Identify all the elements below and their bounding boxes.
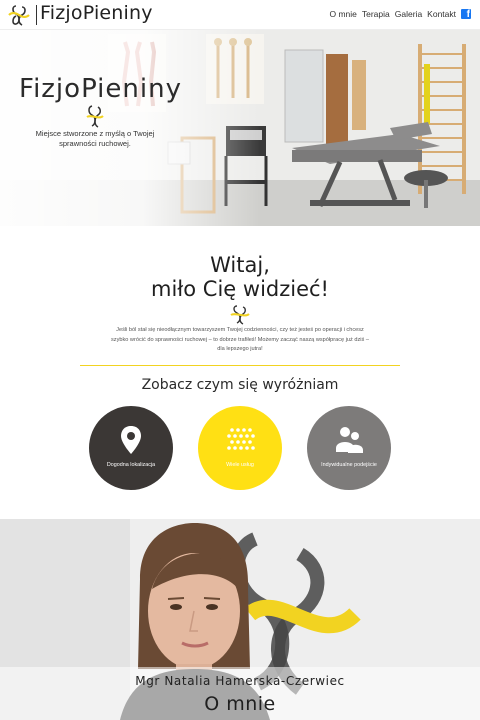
location-pin-icon xyxy=(121,426,141,454)
logo-icon[interactable] xyxy=(7,4,31,27)
top-navigation: FizjoPieniny O mnie Terapia Galeria Kont… xyxy=(0,0,480,30)
feature-individual-label: Indywidualne podejście xyxy=(321,462,377,468)
welcome-title-line2: miło Cię widzieć! xyxy=(151,277,329,301)
about-section-title: O mnie xyxy=(204,693,276,715)
feature-location-label: Dogodna lokalizacja xyxy=(106,462,156,468)
menu-item-terapia[interactable]: Terapia xyxy=(362,9,390,19)
feature-individual-approach[interactable]: Indywidualne podejście xyxy=(307,406,391,490)
people-icon xyxy=(336,427,363,453)
welcome-paragraph: Jeśli ból stał się nieodłącznym towarzys… xyxy=(110,327,370,352)
features-title: Zobacz czym się wyróżniam xyxy=(141,377,339,393)
main-menu: O mnie Terapia Galeria Kontakt f xyxy=(324,9,471,20)
therapist-name: Mgr Natalia Hamerska-Czerwiec xyxy=(135,674,345,688)
welcome-title-line1: Witaj, xyxy=(210,253,270,277)
brand-logo-icon xyxy=(86,105,104,128)
feature-location[interactable]: Dogodna lokalizacja xyxy=(89,406,173,490)
logo-separator xyxy=(36,5,37,25)
welcome-title: Witaj, miło Cię widzieć! xyxy=(0,253,480,301)
hero-tagline: Miejsce stworzone z myślą o Twojej spraw… xyxy=(35,129,155,148)
menu-item-kontakt[interactable]: Kontakt xyxy=(427,9,456,19)
facebook-icon[interactable]: f xyxy=(461,9,471,20)
menu-item-galeria[interactable]: Galeria xyxy=(395,9,422,19)
hero-banner: FizjoPieniny Miejsce stworzone z myślą o… xyxy=(0,30,480,226)
menu-item-o-mnie[interactable]: O mnie xyxy=(329,9,356,19)
about-section: Mgr Natalia Hamerska-Czerwiec O mnie xyxy=(0,519,480,720)
feature-services-label: Wiele usług xyxy=(226,462,254,468)
therapist-portrait-photo xyxy=(0,519,480,720)
logo-text[interactable]: FizjoPieniny xyxy=(40,2,153,24)
feature-services[interactable]: Wiele usług xyxy=(198,406,282,490)
section-divider xyxy=(80,365,400,366)
hero-fade-overlay xyxy=(0,30,260,226)
dots-grid-icon xyxy=(227,428,255,450)
hero-brand-title: FizjoPieniny xyxy=(19,74,182,104)
decorative-logo-icon xyxy=(230,305,250,325)
